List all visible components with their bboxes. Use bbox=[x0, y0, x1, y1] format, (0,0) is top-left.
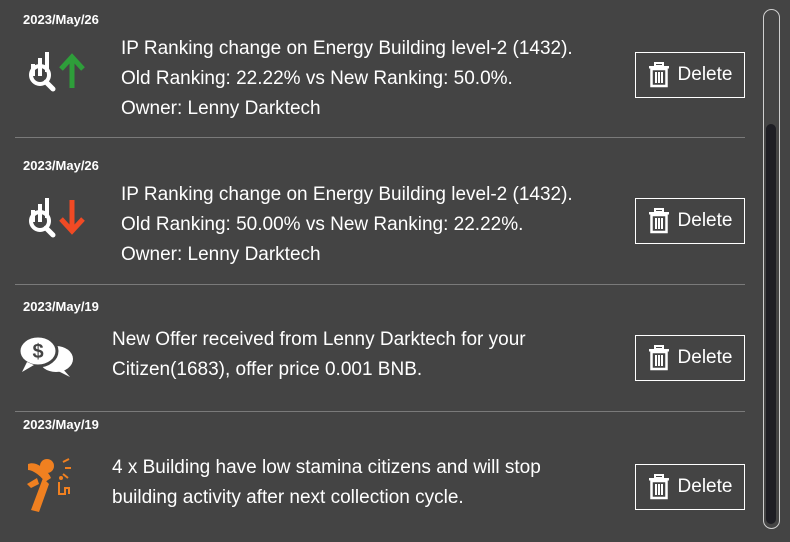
trash-icon bbox=[648, 345, 670, 371]
notification-item: 2023/May/26 IP Ranking change on Energy … bbox=[15, 138, 745, 284]
notification-message: IP Ranking change on Energy Building lev… bbox=[121, 34, 573, 124]
notification-date: 2023/May/19 bbox=[23, 417, 99, 432]
delete-button[interactable]: Delete bbox=[635, 464, 745, 510]
trash-icon bbox=[648, 62, 670, 88]
tired-citizen-icon bbox=[23, 456, 81, 514]
scrollbar-thumb[interactable] bbox=[766, 124, 776, 524]
message-line: Old Ranking: 22.22% vs New Ranking: 50.0… bbox=[121, 68, 513, 89]
delete-button[interactable]: Delete bbox=[635, 335, 745, 381]
offer-chat-icon: $ bbox=[17, 334, 76, 379]
message-line: IP Ranking change on Energy Building lev… bbox=[121, 38, 573, 59]
message-line: New Offer received from Lenny Darktech f… bbox=[112, 329, 526, 350]
notification-date: 2023/May/26 bbox=[23, 158, 99, 173]
message-line: Citizen(1683), offer price 0.001 BNB. bbox=[112, 359, 423, 380]
notification-item: 2023/May/26 IP Ranking change on Energy … bbox=[15, 0, 745, 137]
delete-button[interactable]: Delete bbox=[635, 198, 745, 244]
delete-label: Delete bbox=[677, 476, 733, 497]
ranking-down-icon bbox=[25, 196, 87, 238]
message-line: 4 x Building have low stamina citizens a… bbox=[112, 457, 541, 478]
delete-button[interactable]: Delete bbox=[635, 52, 745, 98]
notification-panel: 2023/May/26 IP Ranking change on Energy … bbox=[0, 0, 790, 542]
delete-label: Delete bbox=[677, 210, 733, 231]
message-line: building activity after next collection … bbox=[112, 487, 464, 508]
ranking-up-icon bbox=[25, 50, 87, 92]
notification-message: New Offer received from Lenny Darktech f… bbox=[112, 325, 526, 385]
notification-message: 4 x Building have low stamina citizens a… bbox=[112, 453, 541, 513]
notification-item: 2023/May/19 $ New Offer received from Le… bbox=[15, 285, 745, 412]
delete-label: Delete bbox=[677, 347, 733, 368]
message-line: Owner: Lenny Darktech bbox=[121, 244, 321, 265]
delete-label: Delete bbox=[677, 64, 733, 85]
trash-icon bbox=[648, 208, 670, 234]
svg-text:$: $ bbox=[32, 341, 43, 363]
trash-icon bbox=[648, 474, 670, 500]
message-line: Owner: Lenny Darktech bbox=[121, 98, 321, 119]
vertical-scrollbar[interactable] bbox=[763, 9, 780, 529]
message-line: Old Ranking: 50.00% vs New Ranking: 22.2… bbox=[121, 214, 524, 235]
notification-message: IP Ranking change on Energy Building lev… bbox=[121, 180, 573, 270]
notification-date: 2023/May/26 bbox=[23, 12, 99, 27]
message-line: IP Ranking change on Energy Building lev… bbox=[121, 184, 573, 205]
notification-date: 2023/May/19 bbox=[23, 299, 99, 314]
notification-item: 2023/May/19 4 x Building have low stamin… bbox=[15, 412, 745, 542]
